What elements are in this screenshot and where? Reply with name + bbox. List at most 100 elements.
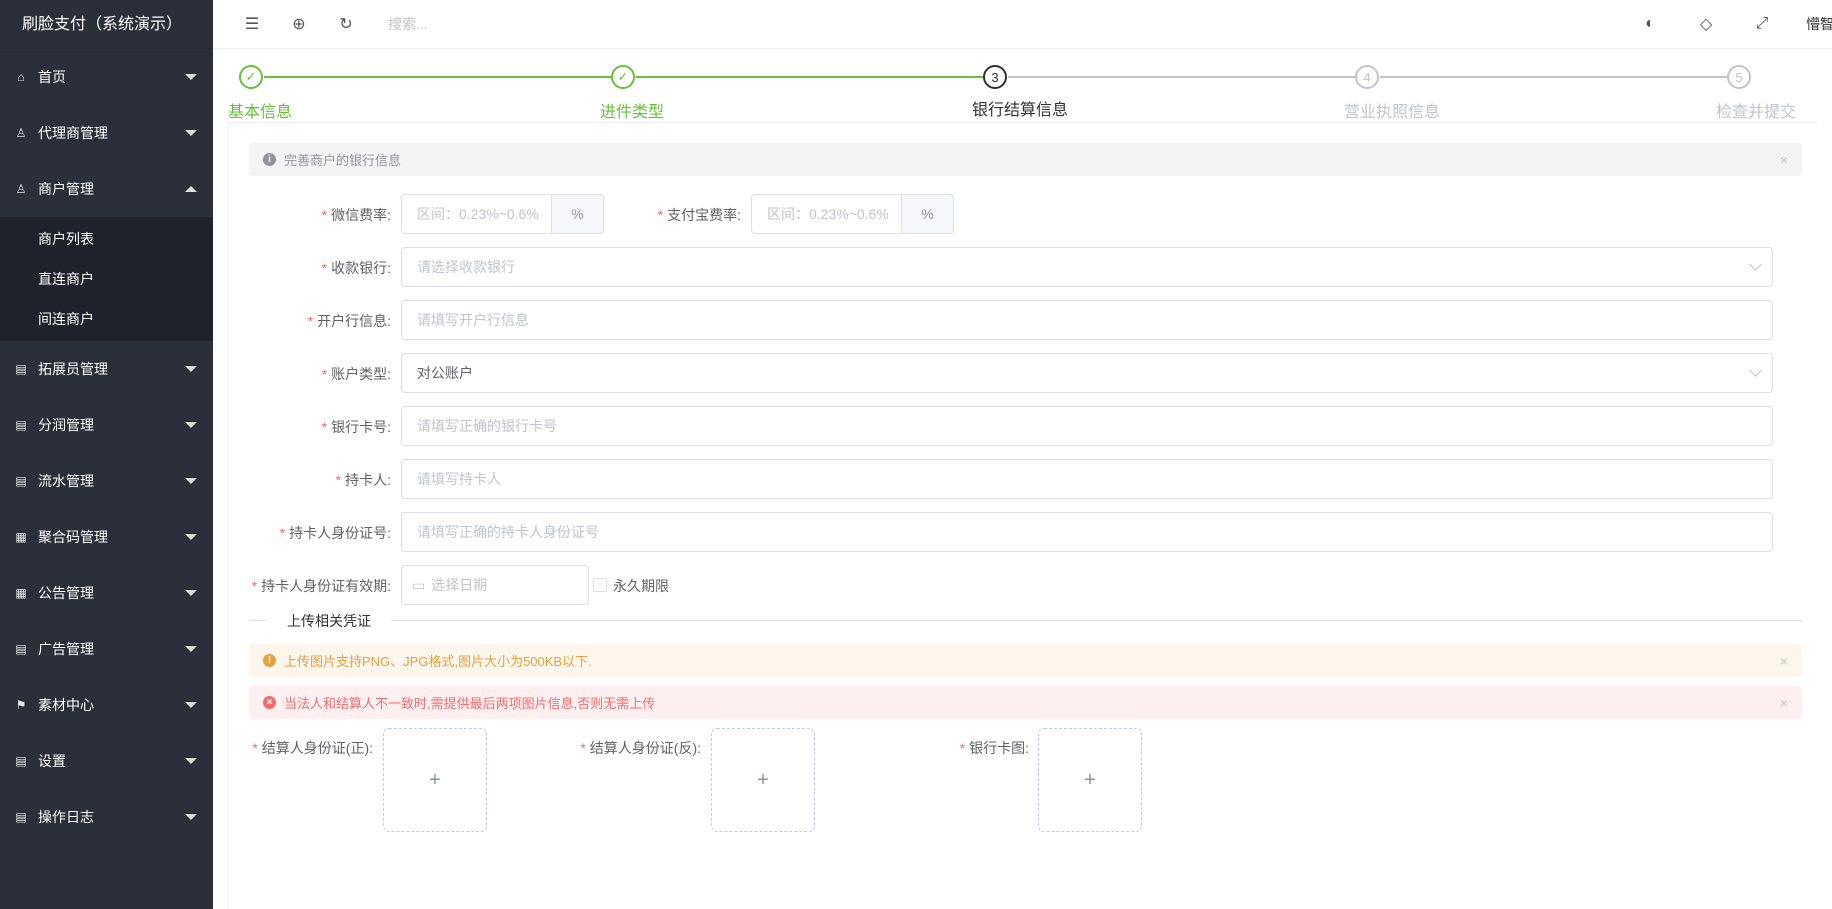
bank-select[interactable]: 请选择收款银行 (401, 247, 1773, 287)
caret-up-icon (185, 186, 197, 192)
step-connector (1380, 76, 1727, 78)
palette-icon[interactable]: ◐ (1638, 12, 1662, 36)
permanent-checkbox[interactable] (593, 578, 607, 592)
sidebar-item-ads[interactable]: ▤ 广告管理 (0, 621, 213, 677)
sidebar-item-label: 操作日志 (38, 809, 94, 825)
alipay-rate-input[interactable]: 区间：0.23%~0.6% % (751, 194, 954, 234)
upload-id-back[interactable]: + (711, 728, 815, 832)
top-header: ☰ ⊕ ↻ 搜索... ◐ ◇ ⤢ 懵智 (213, 0, 1832, 49)
close-icon[interactable]: × (1780, 695, 1788, 711)
merchants-submenu: 商户列表 直连商户 间连商户 (0, 217, 213, 341)
caret-down-icon (185, 646, 197, 652)
clipboard-icon: ▤ (15, 362, 27, 376)
home-icon: ⌂ (17, 70, 25, 84)
warning-icon: ! (263, 654, 276, 667)
chevron-down-icon (1749, 364, 1762, 377)
info-alert-text: 完善商户的银行信息 (284, 153, 402, 168)
plus-icon: + (429, 768, 441, 791)
alipay-rate-label: * 支付宝费率: (657, 207, 741, 223)
step-5-number: 5 (1727, 65, 1751, 89)
qrcode-icon: ▦ (15, 530, 27, 544)
upload-bank-card-label: * 银行卡图: (959, 740, 1029, 756)
flag-icon: ⚑ (15, 698, 27, 712)
sidebar-item-label: 设置 (38, 753, 66, 769)
search-input[interactable]: 搜索... (388, 14, 588, 34)
caret-down-icon (185, 702, 197, 708)
wechat-rate-input[interactable]: 区间：0.23%~0.6% % (401, 194, 604, 234)
upload-id-front[interactable]: + (383, 728, 487, 832)
step-2-check-icon: ✓ (611, 65, 635, 89)
branch-input[interactable]: 请填写开户行信息 (401, 300, 1773, 340)
percent-suffix: % (901, 194, 954, 234)
upload-id-front-label: * 结算人身份证(正): (252, 740, 373, 756)
step-5-label: 检查并提交 (1716, 104, 1797, 121)
step-4-number: 4 (1355, 65, 1379, 89)
step-1-label: 基本信息 (228, 104, 293, 121)
card-number-label: * 银行卡号: (321, 419, 391, 435)
info-icon: i (263, 153, 276, 166)
sidebar: 刷脸支付（系统演示） ⌂ 首页 ♙ 代理商管理 ♙ 商户管理 商户列表 直连商户… (0, 0, 213, 909)
step-connector (636, 76, 983, 78)
clipboard-icon: ▤ (15, 418, 27, 432)
sidebar-item-announcements[interactable]: ▦ 公告管理 (0, 565, 213, 621)
sidebar-item-promoters[interactable]: ▤ 拓展员管理 (0, 341, 213, 397)
clipboard-icon: ▤ (15, 642, 27, 656)
account-type-label: * 账户类型: (321, 366, 391, 382)
expiry-date-picker[interactable]: ▭ 选择日期 (401, 565, 589, 605)
percent-suffix: % (551, 194, 604, 234)
holder-id-label: * 持卡人身份证号: (279, 525, 391, 541)
main-content: ✓ 基本信息 ✓ 进件类型 3 银行结算信息 4 营业执照信息 5 检查并提交 … (213, 49, 1832, 909)
section-divider (249, 620, 1802, 621)
caret-down-icon (185, 130, 197, 136)
caret-down-icon (185, 758, 197, 764)
step-connector (264, 76, 611, 78)
holder-id-input[interactable]: 请填写正确的持卡人身份证号 (401, 512, 1773, 552)
fullscreen-icon[interactable]: ⤢ (1750, 12, 1774, 36)
sidebar-item-agents[interactable]: ♙ 代理商管理 (0, 105, 213, 161)
close-icon[interactable]: × (1780, 152, 1788, 168)
sidebar-subitem-merchant-list[interactable]: 商户列表 (0, 219, 213, 259)
globe-icon[interactable]: ⊕ (287, 12, 311, 36)
sidebar-item-home[interactable]: ⌂ 首页 (0, 49, 213, 105)
qrcode-icon: ▦ (15, 586, 27, 600)
caret-down-icon (185, 814, 197, 820)
upload-error-text: 当法人和结算人不一致时,需提供最后两项图片信息,否则无需上传 (284, 696, 656, 711)
caret-down-icon (185, 590, 197, 596)
menu-fold-icon[interactable]: ☰ (240, 12, 264, 36)
sidebar-subitem-indirect-merchants[interactable]: 间连商户 (0, 299, 213, 339)
wechat-rate-label: * 微信费率: (321, 207, 391, 223)
sidebar-subitem-direct-merchants[interactable]: 直连商户 (0, 259, 213, 299)
close-icon[interactable]: × (1780, 653, 1788, 669)
sidebar-item-label: 代理商管理 (38, 125, 108, 141)
sidebar-item-merchants[interactable]: ♙ 商户管理 (0, 161, 213, 217)
upload-warning-alert: ! 上传图片支持PNG、JPG格式,图片大小为500KB以下. × (249, 644, 1802, 677)
sidebar-item-settings[interactable]: ▤ 设置 (0, 733, 213, 789)
card-number-input[interactable]: 请填写正确的银行卡号 (401, 406, 1773, 446)
refresh-icon[interactable]: ↻ (334, 12, 358, 36)
sidebar-item-label: 素材中心 (38, 697, 94, 713)
step-2-label: 进件类型 (600, 104, 665, 121)
clipboard-icon: ▤ (15, 754, 27, 768)
account-type-select[interactable]: 对公账户 (401, 353, 1773, 393)
calendar-icon: ▭ (412, 576, 426, 593)
tag-icon[interactable]: ◇ (1694, 12, 1718, 36)
holder-input[interactable]: 请填写持卡人 (401, 459, 1773, 499)
holder-label: * 持卡人: (335, 472, 391, 488)
permanent-label[interactable]: 永久期限 (613, 576, 669, 596)
sidebar-item-profit-share[interactable]: ▤ 分润管理 (0, 397, 213, 453)
step-3-number: 3 (983, 65, 1007, 89)
sidebar-item-aggregate-code[interactable]: ▦ 聚合码管理 (0, 509, 213, 565)
info-alert: i 完善商户的银行信息 × (249, 143, 1802, 176)
caret-down-icon (185, 478, 197, 484)
sidebar-item-materials[interactable]: ⚑ 素材中心 (0, 677, 213, 733)
clipboard-icon: ▤ (15, 810, 27, 824)
sidebar-item-operation-log[interactable]: ▤ 操作日志 (0, 789, 213, 845)
user-icon: ♙ (15, 182, 27, 196)
step-connector (1008, 76, 1355, 78)
step-4-label: 营业执照信息 (1344, 104, 1441, 121)
user-name[interactable]: 懵智 (1806, 14, 1832, 34)
upload-section-title: 上传相关凭证 (267, 611, 391, 631)
upload-bank-card[interactable]: + (1038, 728, 1142, 832)
chevron-down-icon (1749, 258, 1762, 271)
sidebar-item-transactions[interactable]: ▤ 流水管理 (0, 453, 213, 509)
